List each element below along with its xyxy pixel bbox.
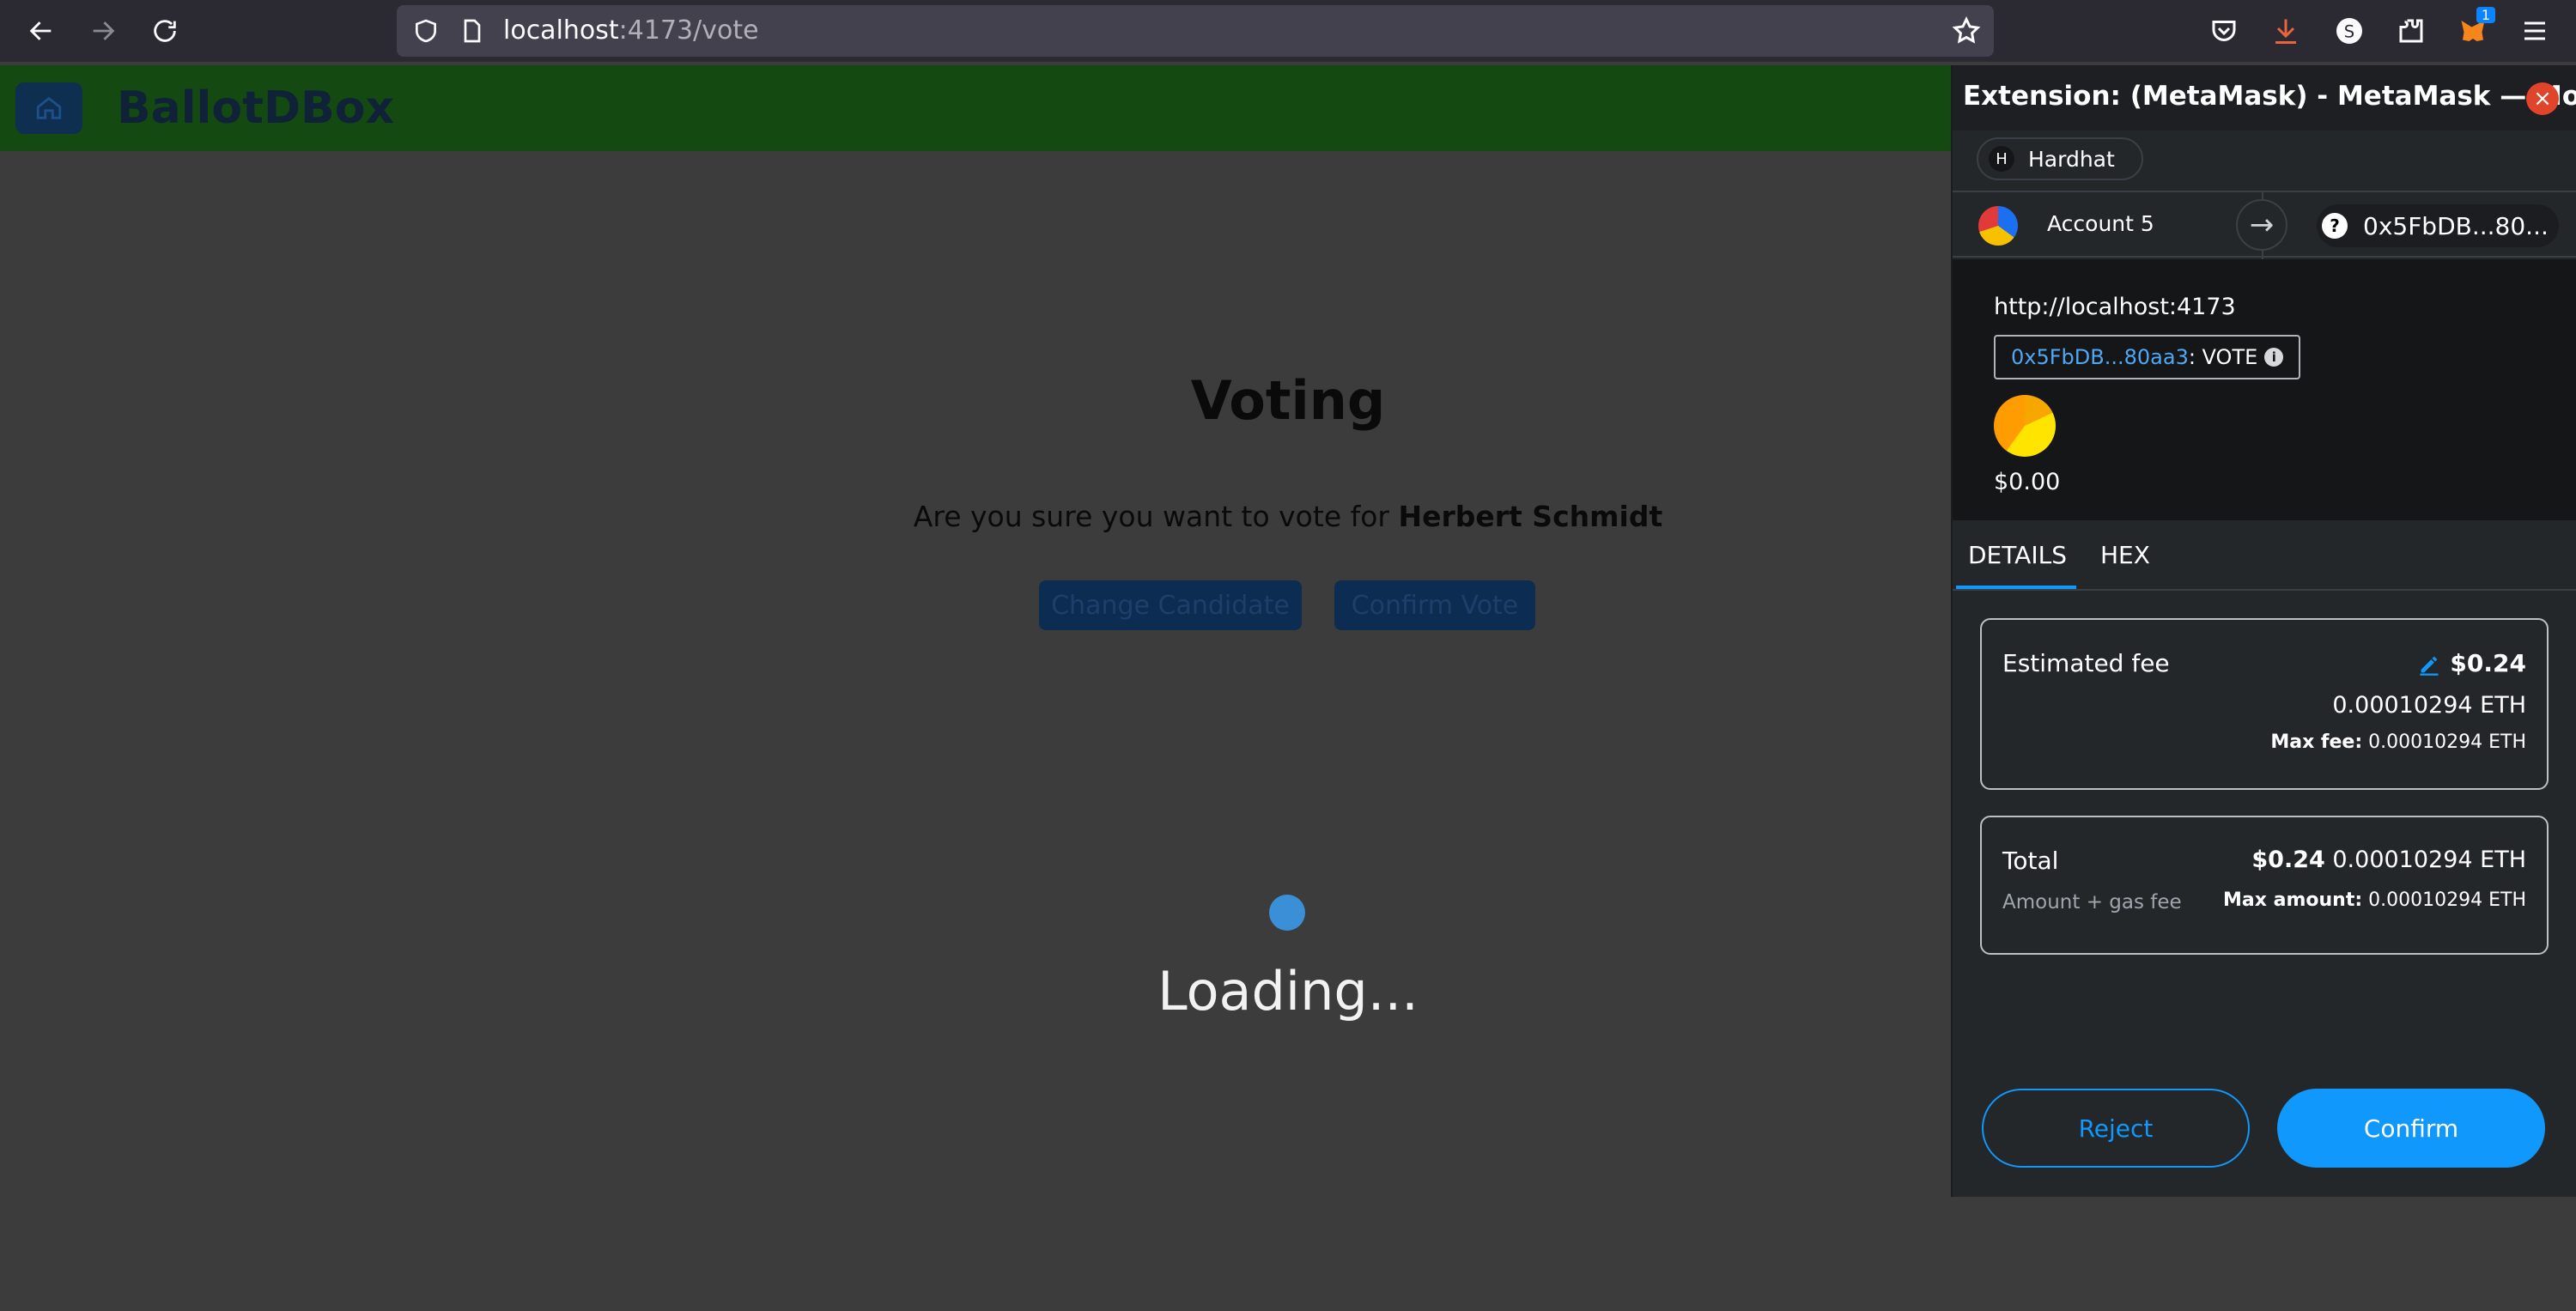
recipient-address-pill[interactable]: ? 0x5FbDB...80...	[2317, 204, 2559, 247]
network-avatar: H	[1989, 146, 2014, 172]
total-sub-label: Amount + gas fee	[2002, 891, 2182, 913]
url-text[interactable]: localhost:4173/vote	[503, 15, 759, 46]
downloads-icon[interactable]	[2267, 12, 2305, 50]
reload-icon[interactable]	[143, 9, 187, 53]
account-row: Account 5 → ? 0x5FbDB...80...	[1953, 191, 2576, 259]
tab-bar: DETAILS HEX	[1953, 520, 2576, 591]
metamask-fox-icon[interactable]: 1	[2454, 7, 2495, 50]
max-amount-value: 0.00010294 ETH	[2368, 889, 2526, 911]
tab-hex[interactable]: HEX	[2100, 541, 2150, 569]
candidate-name: Herbert Schmidt	[1398, 500, 1663, 533]
recipient-address: 0x5FbDB...80...	[2363, 211, 2549, 240]
home-icon	[36, 96, 62, 119]
estimated-fee-label: Estimated fee	[2002, 649, 2170, 677]
account-name: Account 5	[2047, 211, 2154, 236]
total-label: Total	[2002, 847, 2059, 875]
max-amount-label: Max amount:	[2223, 889, 2363, 911]
total-amount-row: $0.24 0.00010294 ETH	[2251, 847, 2526, 873]
home-button[interactable]	[15, 82, 82, 134]
tracking-shield-icon[interactable]	[412, 17, 440, 45]
contract-address[interactable]: 0x5FbDB...80aa3	[2011, 345, 2189, 369]
max-fee-label: Max fee:	[2270, 731, 2363, 753]
method-name: : VOTE	[2188, 345, 2258, 369]
total-eth: 0.00010294 ETH	[2332, 847, 2526, 873]
confirm-vote-button[interactable]: Confirm Vote	[1334, 580, 1535, 630]
popup-titlebar: Extension: (MetaMask) - MetaMask — Mozil…	[1953, 65, 2576, 130]
estimated-fee-card: Estimated fee $0.24 0.00010294 ETH Max f…	[1980, 618, 2549, 790]
max-fee-row: Max fee: 0.00010294 ETH	[2270, 731, 2526, 753]
page-info-icon[interactable]	[459, 17, 486, 45]
brand-title: BallotDBox	[117, 82, 395, 134]
popup-title: Extension: (MetaMask) - MetaMask — Mozil…	[1963, 81, 2576, 112]
back-icon[interactable]	[19, 9, 64, 53]
extensions-icon[interactable]	[2392, 12, 2430, 50]
active-tab-indicator	[1956, 586, 2076, 589]
total-usd: $0.24	[2251, 847, 2325, 873]
url-bar[interactable]: localhost:4173/vote	[397, 5, 1994, 57]
arrow-right-icon: →	[2236, 199, 2287, 251]
token-icon	[1994, 395, 2056, 457]
menu-icon[interactable]	[2516, 12, 2554, 50]
forward-icon[interactable]	[81, 9, 125, 53]
extension-badge: 1	[2476, 7, 2495, 23]
edit-pencil-icon[interactable]	[2417, 652, 2441, 677]
profile-s-icon[interactable]: S	[2330, 12, 2368, 50]
info-icon[interactable]: i	[2264, 348, 2284, 367]
change-candidate-button[interactable]: Change Candidate	[1039, 580, 1302, 630]
token-value: $0.00	[1994, 469, 2061, 495]
network-label: Hardhat	[2028, 146, 2115, 172]
tab-details[interactable]: DETAILS	[1968, 541, 2067, 569]
network-selector[interactable]: H Hardhat	[1977, 137, 2143, 180]
browser-toolbar: localhost:4173/vote S 1	[0, 0, 2576, 62]
metamask-popup: Extension: (MetaMask) - MetaMask — Mozil…	[1951, 65, 2576, 1197]
url-path: :4173/vote	[618, 15, 759, 46]
pocket-icon[interactable]	[2205, 12, 2243, 50]
loading-spinner	[1269, 895, 1305, 931]
estimated-fee-usd-row: $0.24	[2417, 649, 2526, 677]
account-avatar	[1978, 206, 2018, 246]
origin-url: http://localhost:4173	[1994, 294, 2236, 320]
unknown-contract-icon: ?	[2322, 213, 2348, 239]
max-amount-row: Max amount: 0.00010294 ETH	[2223, 889, 2526, 911]
prompt-text: Are you sure you want to vote for	[913, 500, 1399, 533]
total-card: Total $0.24 0.00010294 ETH Amount + gas …	[1980, 816, 2549, 955]
estimated-fee-eth: 0.00010294 ETH	[2332, 692, 2526, 719]
close-icon[interactable]: ×	[2526, 82, 2559, 115]
estimated-fee-usd: $0.24	[2450, 649, 2526, 677]
confirm-button[interactable]: Confirm	[2277, 1089, 2545, 1168]
max-fee-value: 0.00010294 ETH	[2368, 731, 2526, 753]
svg-text:S: S	[2344, 22, 2354, 42]
reject-button[interactable]: Reject	[1982, 1089, 2250, 1168]
bookmark-star-icon[interactable]	[1951, 15, 1982, 46]
transaction-summary: http://localhost:4173 0x5FbDB...80aa3 : …	[1953, 259, 2576, 520]
contract-method-pill[interactable]: 0x5FbDB...80aa3 : VOTE i	[1994, 335, 2301, 379]
url-host: localhost	[503, 15, 619, 46]
